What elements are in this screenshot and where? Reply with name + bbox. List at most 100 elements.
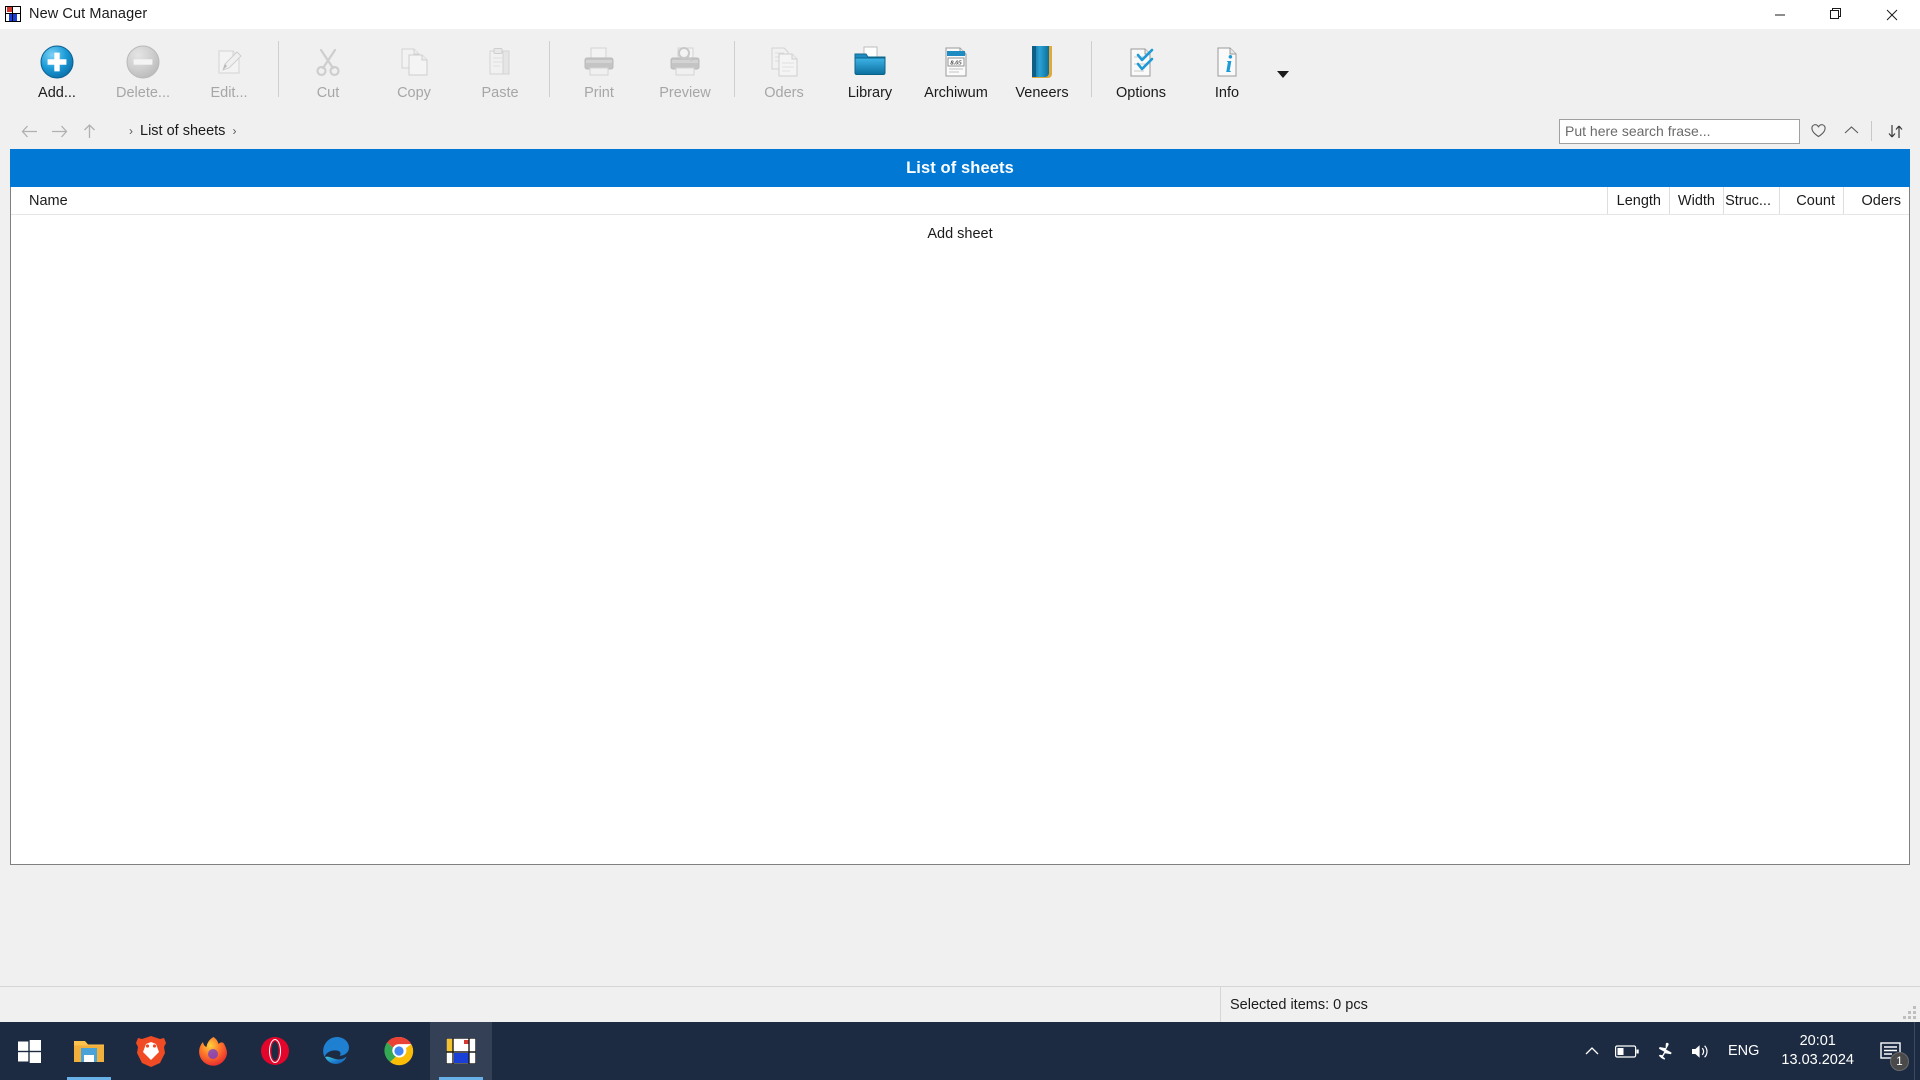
tray-battery-button[interactable] xyxy=(1607,1022,1647,1080)
toolbar-separator xyxy=(549,41,550,97)
toolbar-separator xyxy=(734,41,735,97)
table-header-row: Name Length Width Struc... Count Oders xyxy=(11,187,1909,215)
options-button-label: Options xyxy=(1116,85,1166,101)
column-header-name[interactable]: Name xyxy=(11,187,1607,214)
breadcrumb-item-list-of-sheets[interactable]: List of sheets xyxy=(140,123,225,139)
tray-overflow-button[interactable] xyxy=(1577,1022,1607,1080)
cut-button[interactable]: Cut xyxy=(285,33,371,109)
toolbar-overflow-button[interactable] xyxy=(1270,33,1296,109)
main-content: List of sheets Name Length Width Struc..… xyxy=(0,149,1920,986)
taskbar-item-edge[interactable] xyxy=(306,1022,368,1080)
print-button[interactable]: Print xyxy=(556,33,642,109)
checklist-icon xyxy=(1124,41,1158,83)
windows-taskbar: ENG 20:01 13.03.2024 1 xyxy=(0,1022,1920,1080)
window-title: New Cut Manager xyxy=(29,6,148,22)
preview-button[interactable]: Preview xyxy=(642,33,728,109)
maximize-restore-button[interactable] xyxy=(1808,0,1864,29)
oders-button[interactable]: Oders xyxy=(741,33,827,109)
tray-airplane-button[interactable] xyxy=(1647,1022,1682,1080)
system-tray: ENG 20:01 13.03.2024 1 xyxy=(1577,1022,1920,1080)
collapse-button[interactable] xyxy=(1836,116,1866,146)
taskbar-item-opera[interactable] xyxy=(244,1022,306,1080)
taskbar-item-cut-manager[interactable] xyxy=(430,1022,492,1080)
tray-volume-button[interactable] xyxy=(1682,1022,1718,1080)
brave-browser-icon xyxy=(136,1036,166,1067)
edit-button[interactable]: Edit... xyxy=(186,33,272,109)
back-button[interactable] xyxy=(14,116,44,146)
veneers-button[interactable]: Veneers xyxy=(999,33,1085,109)
address-divider xyxy=(1871,121,1872,141)
delete-button[interactable]: Delete... xyxy=(100,33,186,109)
pencil-page-icon xyxy=(212,41,246,83)
sort-button[interactable] xyxy=(1880,116,1910,146)
ribbon-toolbar: Add... Delete... Edit... Cut Copy Paste … xyxy=(0,29,1920,113)
archiwum-button[interactable]: 8.05 Archiwum xyxy=(913,33,999,109)
resize-grip-icon[interactable] xyxy=(1903,1006,1917,1020)
favorite-button[interactable] xyxy=(1803,116,1833,146)
library-button[interactable]: Library xyxy=(827,33,913,109)
print-preview-icon xyxy=(667,41,703,83)
forward-button[interactable] xyxy=(44,116,74,146)
column-header-count[interactable]: Count xyxy=(1779,187,1843,214)
add-button[interactable]: Add... xyxy=(14,33,100,109)
cut-button-label: Cut xyxy=(316,85,340,101)
app-logo-icon xyxy=(5,6,21,22)
arrow-up-icon xyxy=(83,123,95,138)
taskbar-item-chrome[interactable] xyxy=(368,1022,430,1080)
sort-arrows-icon xyxy=(1888,124,1902,138)
printer-icon xyxy=(581,41,617,83)
minimize-button[interactable] xyxy=(1752,0,1808,29)
tray-language-indicator[interactable]: ENG xyxy=(1718,1043,1769,1059)
column-header-length[interactable]: Length xyxy=(1607,187,1669,214)
options-button[interactable]: Options xyxy=(1098,33,1184,109)
add-button-label: Add... xyxy=(38,85,76,101)
arrow-left-icon xyxy=(21,125,37,137)
taskbar-item-explorer[interactable] xyxy=(58,1022,120,1080)
up-button[interactable] xyxy=(74,116,104,146)
breadcrumb-separator[interactable]: › xyxy=(225,124,243,138)
windows-start-icon[interactable] xyxy=(0,1022,58,1080)
delete-button-label: Delete... xyxy=(116,85,170,101)
file-explorer-icon xyxy=(74,1041,104,1062)
tray-time: 20:01 xyxy=(1799,1033,1836,1049)
selected-items-status: Selected items: 0 pcs xyxy=(1230,997,1368,1013)
minus-circle-icon xyxy=(126,41,160,83)
chevron-up-icon xyxy=(1585,1047,1599,1055)
edit-button-label: Edit... xyxy=(210,85,248,101)
scissors-icon xyxy=(311,41,345,83)
copy-button[interactable]: Copy xyxy=(371,33,457,109)
close-button[interactable] xyxy=(1864,0,1920,29)
opera-icon xyxy=(261,1037,289,1065)
airplane-mode-icon xyxy=(1658,1042,1672,1060)
table-body: Add sheet xyxy=(11,215,1909,864)
chevron-up-icon xyxy=(1844,126,1858,134)
add-sheet-link[interactable]: Add sheet xyxy=(927,226,992,242)
title-bar: New Cut Manager xyxy=(0,0,1920,29)
oders-button-label: Oders xyxy=(764,85,804,101)
info-page-icon: i xyxy=(1210,41,1244,83)
taskbar-item-brave[interactable] xyxy=(120,1022,182,1080)
copy-pages-icon xyxy=(397,41,431,83)
info-button[interactable]: i Info xyxy=(1184,33,1270,109)
search-zone xyxy=(1559,113,1910,149)
column-header-oders[interactable]: Oders xyxy=(1843,187,1909,214)
tray-clock[interactable]: 20:01 13.03.2024 xyxy=(1769,1032,1866,1070)
svg-text:8.05: 8.05 xyxy=(950,60,962,67)
heart-icon xyxy=(1810,124,1826,138)
show-desktop-button[interactable] xyxy=(1914,1022,1920,1080)
google-chrome-icon xyxy=(384,1036,414,1066)
tray-date: 13.03.2024 xyxy=(1781,1052,1854,1068)
plus-circle-icon xyxy=(40,41,74,83)
window-controls xyxy=(1752,0,1920,29)
clipboard-icon xyxy=(483,41,517,83)
search-input[interactable] xyxy=(1559,118,1800,144)
column-header-width[interactable]: Width xyxy=(1669,187,1723,214)
taskbar-item-firefox[interactable] xyxy=(182,1022,244,1080)
svg-text:i: i xyxy=(1226,52,1233,78)
paste-button[interactable]: Paste xyxy=(457,33,543,109)
add-sheet-row[interactable]: Add sheet xyxy=(11,226,1909,242)
breadcrumb-separator[interactable]: › xyxy=(122,124,140,138)
battery-icon xyxy=(1615,1044,1639,1058)
column-header-struct[interactable]: Struc... xyxy=(1723,187,1779,214)
action-center-button[interactable]: 1 xyxy=(1866,1022,1914,1080)
